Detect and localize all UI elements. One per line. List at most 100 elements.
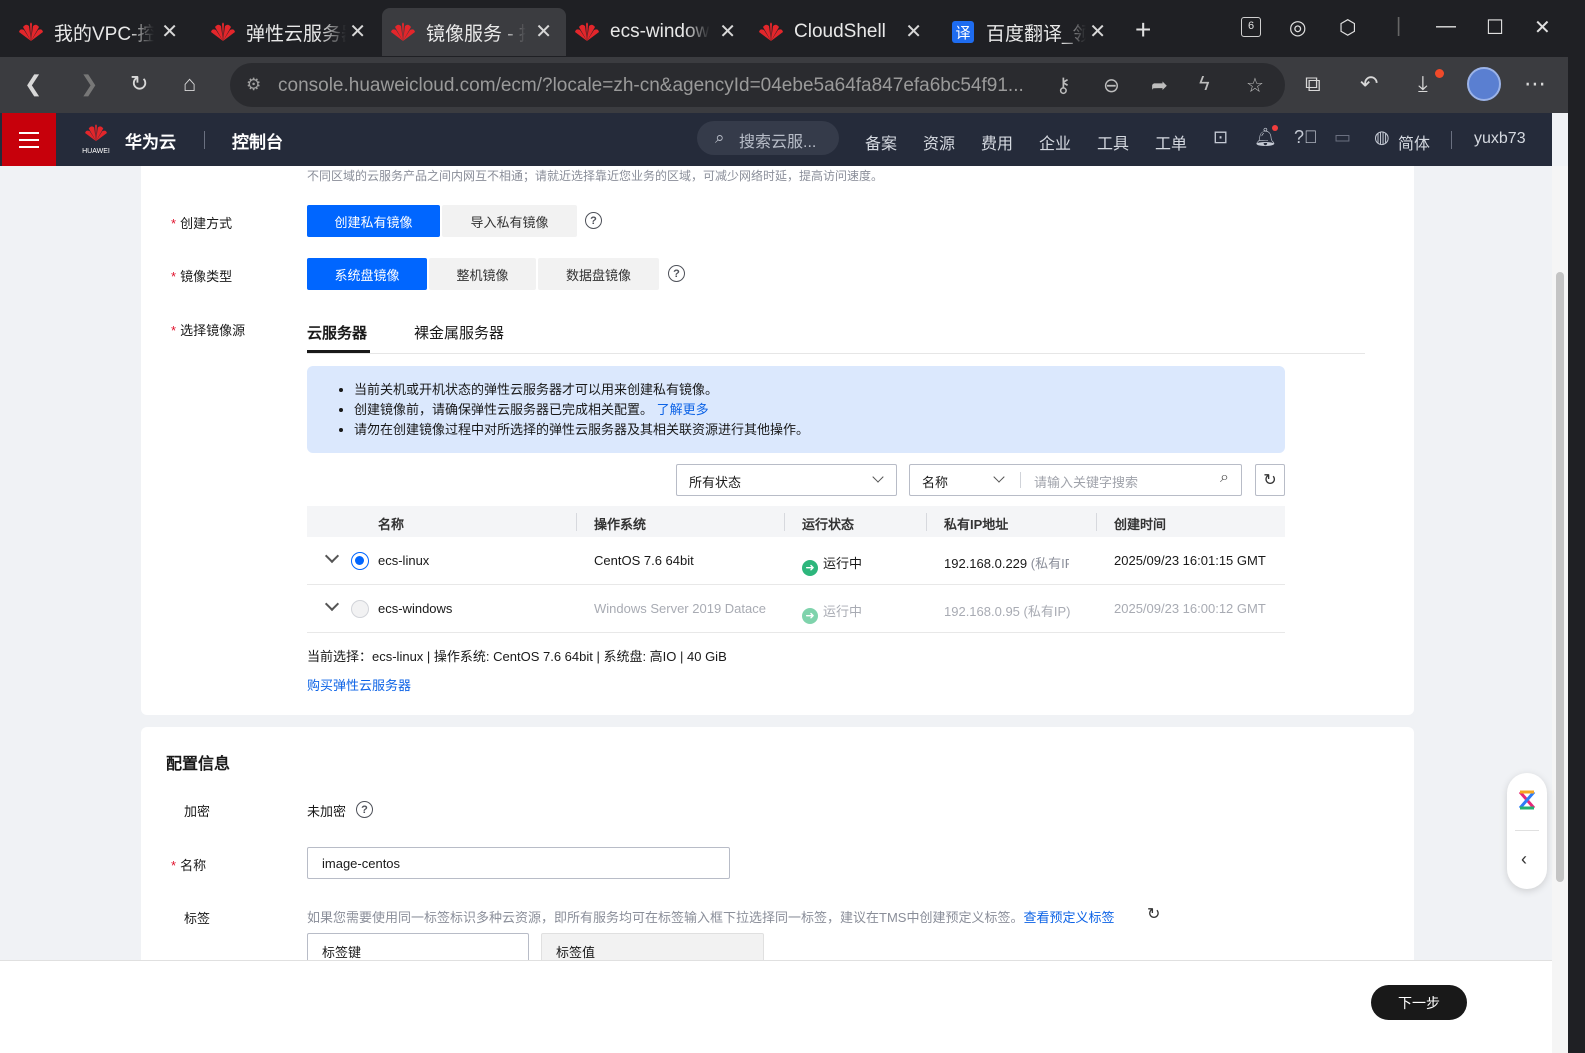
- header-search-placeholder: 搜索云服...: [739, 134, 817, 151]
- undo-dropdown-icon[interactable]: ↶: [1360, 71, 1378, 97]
- back-icon[interactable]: ❮: [24, 71, 42, 97]
- browser-tab[interactable]: 译 百度翻译_领先 ✕: [936, 8, 1120, 56]
- lightning-icon[interactable]: ϟ: [1199, 73, 1210, 96]
- help-icon[interactable]: ?: [668, 265, 685, 282]
- key-icon[interactable]: ⚷: [1056, 73, 1071, 98]
- expand-chevron-icon[interactable]: [324, 548, 340, 564]
- window-close-icon[interactable]: ✕: [1534, 15, 1551, 40]
- view-predefined-tags-link[interactable]: 查看预定义标签: [1023, 910, 1114, 925]
- server-name-link[interactable]: ecs-linux: [378, 553, 429, 568]
- new-tab-icon[interactable]: +: [1135, 14, 1151, 46]
- feedback-icon[interactable]: ▭: [1334, 127, 1351, 148]
- console-link[interactable]: 控制台: [232, 128, 283, 153]
- refresh-button[interactable]: ↻: [1255, 464, 1285, 496]
- create-private-image-button[interactable]: 创建私有镜像: [307, 205, 440, 237]
- browser-tab[interactable]: 我的VPC-控制台 ✕: [0, 8, 192, 56]
- cloudshell-icon[interactable]: ⊡: [1213, 127, 1228, 148]
- menu-icon[interactable]: [2, 113, 56, 166]
- share-icon[interactable]: ➦: [1151, 73, 1168, 98]
- extension-puzzle-icon[interactable]: ⧉: [1305, 71, 1321, 97]
- server-os: Windows Server 2019 Datacenter 64bit: [594, 601, 766, 616]
- brand-name[interactable]: 华为云: [125, 128, 176, 153]
- download-icon[interactable]: ⤓: [1418, 71, 1428, 97]
- nav-link-filing[interactable]: 备案: [865, 130, 897, 154]
- avatar[interactable]: [1467, 67, 1501, 101]
- tab-bare-metal-server[interactable]: 裸金属服务器: [414, 322, 504, 343]
- browser-tab[interactable]: CloudShell ✕: [750, 8, 936, 56]
- column-header-ip: 私有IP地址: [944, 517, 1009, 532]
- home-icon[interactable]: ⌂: [183, 71, 196, 97]
- close-tab-icon[interactable]: ✕: [349, 19, 366, 44]
- close-tab-icon[interactable]: ✕: [1089, 19, 1106, 44]
- help-icon[interactable]: ?: [585, 212, 602, 229]
- server-os: CentOS 7.6 64bit: [594, 553, 694, 568]
- close-tab-icon[interactable]: ✕: [535, 19, 552, 44]
- scrollbar-thumb[interactable]: [1556, 272, 1564, 882]
- expand-chevron-icon[interactable]: [324, 596, 340, 612]
- more-menu-icon[interactable]: ⋯: [1524, 71, 1546, 97]
- import-private-image-button[interactable]: 导入私有镜像: [442, 205, 577, 237]
- address-url[interactable]: console.huaweicloud.com/ecm/?locale=zh-c…: [278, 75, 1038, 97]
- tab-count-icon[interactable]: 6: [1241, 17, 1261, 37]
- buy-ecs-link[interactable]: 购买弹性云服务器: [307, 675, 411, 694]
- config-section-title: 配置信息: [166, 756, 231, 773]
- huawei-logo[interactable]: HUAWEI: [80, 123, 112, 155]
- browser-tab[interactable]: 弹性云服务器 ✕: [192, 8, 380, 56]
- nav-link-resources[interactable]: 资源: [923, 130, 955, 154]
- nav-link-tickets[interactable]: 工单: [1155, 130, 1187, 154]
- help-icon[interactable]: ?⃝: [1294, 127, 1318, 148]
- huawei-logo-icon: [19, 22, 43, 41]
- status-filter-select[interactable]: 所有状态: [676, 464, 897, 496]
- address-bar[interactable]: ⚙ console.huaweicloud.com/ecm/?locale=zh…: [230, 63, 1285, 107]
- chevron-down-icon[interactable]: [993, 471, 1005, 483]
- assistant-icon[interactable]: [1517, 789, 1537, 811]
- username[interactable]: yuxb73: [1474, 130, 1526, 148]
- row-radio-selected[interactable]: [351, 552, 369, 570]
- refresh-icon[interactable]: ↻: [1147, 904, 1160, 924]
- close-tab-icon[interactable]: ✕: [905, 19, 922, 44]
- nav-link-enterprise[interactable]: 企业: [1039, 130, 1071, 154]
- collapse-chevron-left-icon[interactable]: ‹: [1521, 849, 1527, 870]
- site-info-icon[interactable]: ⚙: [246, 75, 261, 95]
- learn-more-link[interactable]: 了解更多: [657, 402, 709, 417]
- zoom-out-icon[interactable]: ⊖: [1103, 73, 1120, 98]
- tab-cloud-server[interactable]: 云服务器: [307, 322, 367, 343]
- close-tab-icon[interactable]: ✕: [719, 19, 736, 44]
- search-icon[interactable]: ⌕: [1220, 469, 1229, 487]
- maximize-icon[interactable]: ☐: [1486, 15, 1504, 40]
- page-scrollbar[interactable]: [1552, 166, 1568, 1053]
- table-row[interactable]: ecs-linux CentOS 7.6 64bit ➜ 运行中 192.168.…: [307, 537, 1285, 585]
- close-tab-icon[interactable]: ✕: [161, 19, 178, 44]
- data-disk-image-button[interactable]: 数据盘镜像: [538, 258, 659, 290]
- language-switch[interactable]: 简体: [1398, 130, 1430, 154]
- star-icon[interactable]: ☆: [1246, 73, 1264, 98]
- image-name-input[interactable]: image-centos: [307, 847, 730, 879]
- incognito-icon[interactable]: ◎: [1289, 15, 1306, 40]
- column-divider: [576, 513, 577, 531]
- browser-tab[interactable]: ecs-windows ✕: [566, 8, 750, 56]
- divider: |: [1396, 15, 1402, 37]
- header-search[interactable]: ⌕ 搜索云服...: [697, 121, 839, 155]
- server-name-link[interactable]: ecs-windows: [378, 601, 452, 616]
- full-ecs-image-button[interactable]: 整机镜像: [429, 258, 536, 290]
- help-icon[interactable]: ?: [356, 801, 373, 818]
- search-input[interactable]: 请输入关键字搜索: [1034, 472, 1138, 491]
- huawei-logo-icon: [391, 22, 415, 41]
- forward-icon[interactable]: ❯: [80, 71, 98, 97]
- globe-icon[interactable]: ◍: [1374, 127, 1390, 148]
- extensions-icon[interactable]: ⬡: [1339, 15, 1356, 40]
- table-row[interactable]: ecs-windows Windows Server 2019 Datacent…: [307, 585, 1285, 633]
- logo-text: HUAWEI: [82, 148, 110, 155]
- next-step-button[interactable]: 下一步: [1371, 985, 1467, 1020]
- nav-link-billing[interactable]: 费用: [981, 130, 1013, 154]
- search-field-select[interactable]: 名称: [922, 475, 948, 490]
- browser-tab-active[interactable]: 镜像服务 - 控制台 ✕: [382, 8, 566, 56]
- nav-link-tools[interactable]: 工具: [1097, 130, 1129, 154]
- source-tabs: 云服务器 裸金属服务器: [307, 310, 1365, 354]
- system-disk-image-button[interactable]: 系统盘镜像: [307, 258, 427, 290]
- running-icon: ➜: [802, 608, 818, 624]
- column-header-name: 名称: [378, 517, 405, 532]
- minimize-icon[interactable]: —: [1436, 15, 1456, 38]
- huawei-logo-icon: [575, 22, 599, 41]
- reload-icon[interactable]: ↻: [130, 71, 148, 97]
